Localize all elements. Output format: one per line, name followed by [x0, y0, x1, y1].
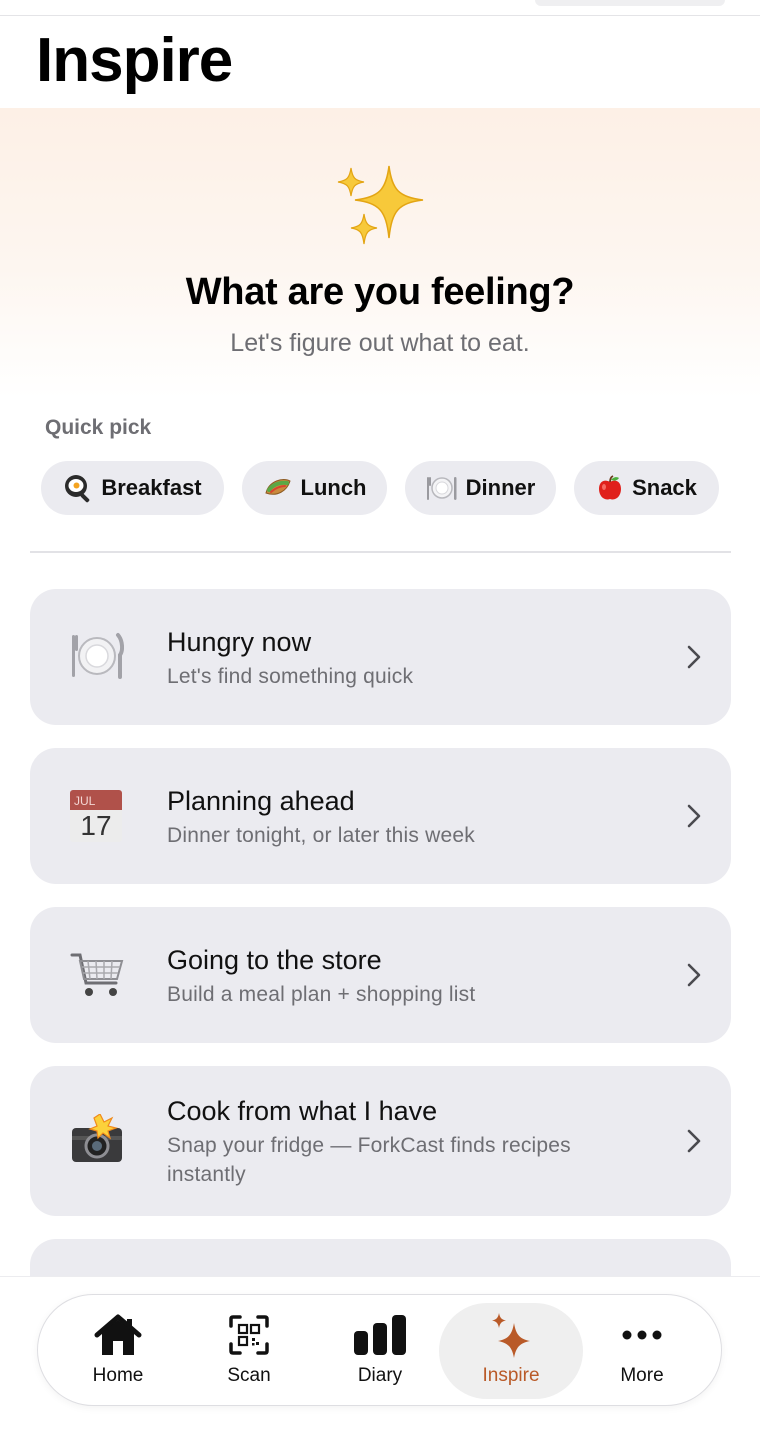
- bar-chart-icon: [354, 1315, 406, 1355]
- calendar-day: 17: [70, 810, 122, 842]
- chevron-right-icon: [687, 804, 701, 828]
- tab-scan[interactable]: Scan: [177, 1303, 321, 1399]
- option-planning-ahead[interactable]: JUL 17 Planning ahead Dinner tonight, or…: [30, 748, 731, 884]
- tab-bar: Home Scan Diary Inspire More: [37, 1294, 722, 1406]
- quick-pick-label-snack: Snack: [632, 475, 697, 500]
- option-subtitle: Let's find something quick: [167, 665, 414, 688]
- chevron-right-icon: [687, 645, 701, 669]
- sparkles-icon: [492, 1313, 530, 1358]
- hero-title: What are you feeling?: [185, 271, 575, 313]
- chevron-right-icon: [687, 963, 701, 987]
- tab-inspire[interactable]: Inspire: [439, 1303, 583, 1399]
- quick-pick-dinner[interactable]: Dinner: [405, 461, 556, 515]
- option-cook-from-what-i-have[interactable]: Cook from what I have Snap your fridge —…: [30, 1066, 731, 1216]
- camera-flash-icon: [72, 1114, 122, 1162]
- option-going-to-store[interactable]: Going to the store Build a meal plan + s…: [30, 907, 731, 1043]
- tab-label: Inspire: [482, 1365, 540, 1386]
- calendar-month: JUL: [70, 790, 122, 810]
- tab-label: Diary: [357, 1365, 403, 1386]
- more-dots-icon: [622, 1330, 662, 1340]
- top-handle: [535, 0, 725, 6]
- top-divider: [0, 15, 760, 16]
- option-title: Cook from what I have: [167, 1096, 438, 1126]
- chevron-right-icon: [687, 1129, 701, 1153]
- quick-pick-lunch[interactable]: Lunch: [242, 461, 387, 515]
- calendar-icon: JUL 17: [70, 790, 122, 842]
- tab-more[interactable]: More: [570, 1303, 714, 1399]
- page-title: Inspire: [36, 26, 233, 95]
- qr-scan-icon: [229, 1315, 269, 1355]
- quick-pick-label-breakfast: Breakfast: [101, 475, 202, 500]
- tab-label: Home: [92, 1365, 144, 1386]
- red-apple-icon: [599, 475, 622, 500]
- option-subtitle: Dinner tonight, or later this week: [167, 824, 475, 847]
- quick-pick-breakfast[interactable]: Breakfast: [41, 461, 224, 515]
- quick-pick-label: Quick pick: [45, 416, 152, 439]
- option-title: Hungry now: [167, 627, 312, 657]
- quick-pick-snack[interactable]: Snack: [574, 461, 719, 515]
- sparkles-icon: [337, 165, 424, 245]
- option-title: Going to the store: [167, 945, 382, 975]
- shopping-cart-icon: [70, 953, 124, 996]
- frying-pan-egg-icon: [65, 475, 90, 503]
- option-title: Planning ahead: [167, 786, 355, 816]
- option-subtitle: Build a meal plan + shopping list: [167, 983, 476, 1006]
- section-divider: [30, 551, 731, 553]
- option-hungry-now[interactable]: Hungry now Let's find something quick: [30, 589, 731, 725]
- quick-pick-label-lunch: Lunch: [300, 475, 367, 500]
- plate-cutlery-icon: [426, 477, 457, 500]
- tab-home[interactable]: Home: [46, 1303, 190, 1399]
- quick-pick-label-dinner: Dinner: [465, 475, 536, 500]
- tab-label: More: [620, 1365, 664, 1386]
- tab-diary[interactable]: Diary: [308, 1303, 452, 1399]
- tab-label: Scan: [227, 1365, 271, 1386]
- plate-cutlery-icon: [72, 633, 124, 679]
- home-icon: [94, 1314, 142, 1355]
- hero-subtitle: Let's figure out what to eat.: [230, 329, 530, 357]
- option-subtitle: Snap your fridge — ForkCast finds recipe…: [167, 1134, 571, 1186]
- wrap-icon: [264, 479, 291, 495]
